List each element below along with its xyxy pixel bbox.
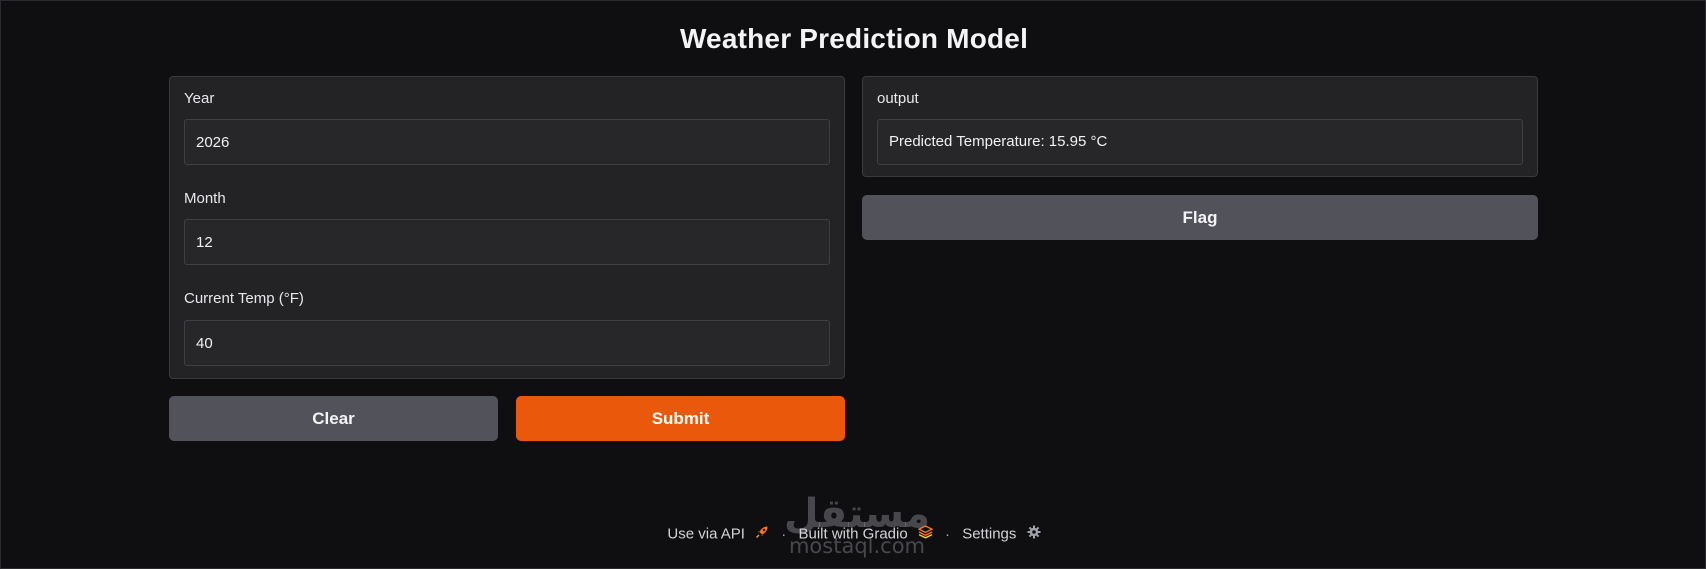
output-label: output <box>877 90 919 107</box>
footer-separator: · <box>781 525 787 543</box>
year-input[interactable] <box>184 119 830 165</box>
settings-link[interactable]: Settings <box>962 525 1041 543</box>
gradio-logo-icon <box>917 525 934 543</box>
input-panel: Year Month Current Temp (°F) <box>169 76 845 379</box>
output-panel: output Predicted Temperature: 15.95 °C <box>862 76 1538 177</box>
submit-button[interactable]: Submit <box>516 396 845 441</box>
rocket-icon <box>755 525 769 543</box>
year-label: Year <box>184 90 215 107</box>
clear-button[interactable]: Clear <box>169 396 498 441</box>
use-via-api-label: Use via API <box>667 525 745 543</box>
current-temp-input[interactable] <box>184 320 830 366</box>
month-input[interactable] <box>184 219 830 265</box>
month-label: Month <box>184 190 226 207</box>
built-with-gradio-link[interactable]: Built with Gradio <box>798 525 937 543</box>
app-frame: Weather Prediction Model Year Month Curr… <box>0 0 1706 569</box>
footer: Use via API · Built with Gradio · Settin… <box>1 525 1706 543</box>
settings-label: Settings <box>962 525 1017 543</box>
built-with-gradio-label: Built with Gradio <box>798 525 908 543</box>
gear-icon <box>1027 525 1041 543</box>
page-title: Weather Prediction Model <box>679 23 1029 54</box>
output-textbox[interactable]: Predicted Temperature: 15.95 °C <box>877 119 1523 165</box>
flag-button[interactable]: Flag <box>862 195 1538 240</box>
footer-separator: · <box>945 525 951 543</box>
current-temp-label: Current Temp (°F) <box>184 290 304 307</box>
use-via-api-link[interactable]: Use via API <box>667 525 773 543</box>
